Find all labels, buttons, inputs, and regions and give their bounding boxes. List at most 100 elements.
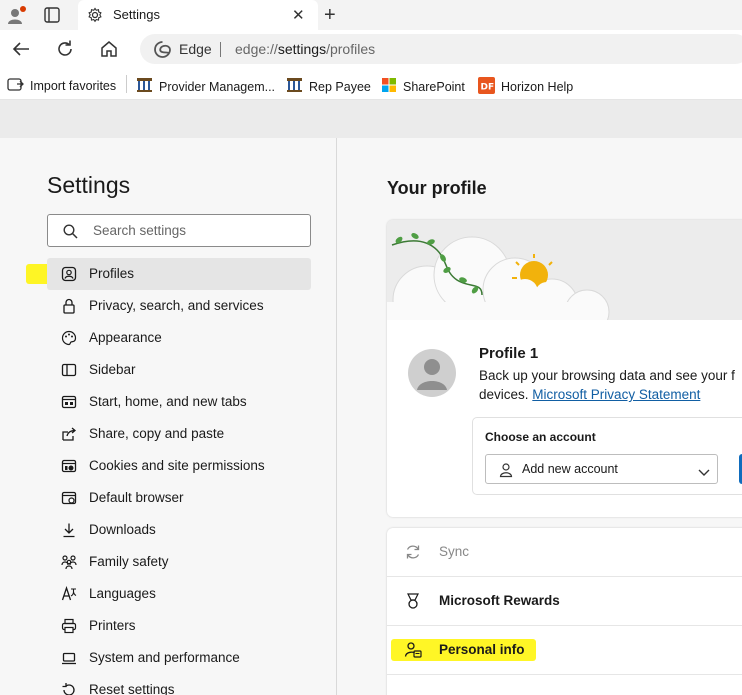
sidebar-item-label: Start, home, and new tabs	[89, 394, 247, 409]
profile-icon	[60, 265, 78, 283]
edge-logo-icon	[154, 41, 171, 61]
tab-strip: Settings ✕ +	[0, 0, 742, 30]
refresh-icon[interactable]	[55, 39, 75, 62]
banner-illustration	[387, 220, 742, 335]
sidebar-item-default-browser[interactable]: Default browser	[47, 482, 311, 514]
row-label: Sync	[439, 544, 470, 559]
header-band	[0, 100, 742, 138]
building-icon	[286, 77, 303, 96]
sidebar-item-system-performance[interactable]: System and performance	[47, 642, 311, 674]
profile-card: Profile 1 Back up your browsing data and…	[387, 220, 742, 517]
search-placeholder: Search settings	[93, 223, 187, 238]
avatar	[407, 348, 457, 401]
lock-icon	[60, 297, 78, 315]
url-scheme: edge://	[235, 41, 278, 57]
sidebar-item-reset[interactable]: Reset settings	[47, 674, 311, 695]
address-edge-label: Edge	[179, 41, 212, 57]
profile-desc-line: Back up your browsing data and see your …	[479, 368, 735, 383]
close-icon[interactable]: ✕	[292, 6, 305, 24]
sidebar-item-share-copy[interactable]: Share, copy and paste	[47, 418, 311, 450]
sidebar-item-label: Family safety	[89, 554, 169, 569]
url-path-main: settings	[277, 41, 327, 57]
search-input[interactable]: Search settings	[47, 214, 311, 247]
sidebar-item-label: Default browser	[89, 490, 184, 505]
choose-account-box: Choose an account Add new account	[472, 417, 742, 495]
account-dropdown[interactable]: Add new account	[485, 454, 718, 484]
sidebar-item-profiles[interactable]: Profiles	[47, 258, 311, 290]
favorite-import-favorites[interactable]: Import favorites	[7, 77, 116, 95]
url-text[interactable]: edge://settings/profiles	[235, 41, 375, 57]
sidebar-item-privacy[interactable]: Privacy, search, and services	[47, 290, 311, 322]
sidebar-item-downloads[interactable]: Downloads	[47, 514, 311, 546]
row-next[interactable]	[387, 675, 742, 695]
sidebar-item-label: Languages	[89, 586, 156, 601]
privacy-statement-link[interactable]: Microsoft Privacy Statement	[532, 387, 700, 402]
row-microsoft-rewards[interactable]: Microsoft Rewards	[387, 577, 742, 626]
profile-avatar-icon[interactable]	[6, 5, 26, 25]
sidebar-item-label: Privacy, search, and services	[89, 298, 264, 313]
reset-icon	[60, 681, 78, 695]
sync-icon	[404, 543, 422, 561]
favorites-bar: Import favorites Provider Managem... Rep…	[0, 68, 742, 100]
favorite-label: Rep Payee	[309, 79, 371, 94]
home-icon[interactable]	[99, 39, 119, 62]
chevron-down-icon	[698, 465, 710, 480]
new-tab-icon[interactable]: +	[324, 4, 336, 27]
sidebar-item-printers[interactable]: Printers	[47, 610, 311, 642]
sidebar-item-family-safety[interactable]: Family safety	[47, 546, 311, 578]
settings-title: Settings	[47, 172, 131, 198]
row-sync[interactable]: Sync	[387, 528, 742, 577]
toolbar: Edge edge://settings/profiles	[0, 30, 742, 68]
gear-icon	[87, 7, 103, 23]
add-account-text: Add new account	[522, 462, 618, 476]
sidebar-item-label: Printers	[89, 618, 136, 633]
back-icon[interactable]	[11, 39, 31, 62]
import-icon	[7, 77, 24, 95]
tab-settings[interactable]: Settings ✕	[78, 0, 318, 30]
sidebar-item-languages[interactable]: Languages	[47, 578, 311, 610]
favorite-label: Provider Managem...	[159, 79, 276, 94]
sidebar-item-label: Share, copy and paste	[89, 426, 225, 441]
sidebar-item-appearance[interactable]: Appearance	[47, 322, 311, 354]
row-personal-info[interactable]: Personal info	[387, 626, 742, 675]
vertical-tabs-icon[interactable]	[44, 7, 60, 23]
sidebar-item-label: System and performance	[89, 650, 240, 665]
laptop-icon	[60, 649, 78, 667]
palette-icon	[60, 329, 78, 347]
personal-info-icon	[404, 641, 422, 659]
favorite-label: Horizon Help	[501, 80, 574, 94]
svg-text:DF: DF	[481, 83, 495, 93]
sidebar-item-start-home[interactable]: Start, home, and new tabs	[47, 386, 311, 418]
profile-settings-list: Sync Microsoft Rewards Personal info	[387, 528, 742, 695]
profile-description: Back up your browsing data and see your …	[479, 366, 742, 404]
building-icon	[136, 77, 153, 96]
settings-sidebar: Settings Search settings Profiles Privac…	[0, 138, 337, 695]
address-divider	[220, 42, 221, 57]
favorite-rep-payee[interactable]: Rep Payee	[286, 77, 371, 96]
rewards-icon	[404, 592, 422, 610]
sidebar-icon	[60, 361, 78, 379]
url-path-rest: /profiles	[326, 41, 376, 57]
favorite-provider-management[interactable]: Provider Managem...	[136, 77, 275, 96]
tab-title: Settings	[113, 7, 160, 22]
sidebar-item-label: Cookies and site permissions	[89, 458, 265, 473]
favorite-label: Import favorites	[30, 79, 117, 93]
share-icon	[60, 425, 78, 443]
row-label: Personal info	[439, 642, 525, 657]
favorite-sharepoint[interactable]: SharePoint	[381, 77, 465, 96]
cookies-icon	[60, 457, 78, 475]
profile-desc-prefix: devices.	[479, 387, 529, 402]
profile-name: Profile 1	[479, 345, 539, 362]
sidebar-item-sidebar[interactable]: Sidebar	[47, 354, 311, 386]
sidebar-item-cookies[interactable]: Cookies and site permissions	[47, 450, 311, 482]
sidebar-item-label: Downloads	[89, 522, 156, 537]
main-content: Your profile Profile 1 Back up your brow…	[338, 138, 742, 695]
family-icon	[60, 553, 78, 571]
address-bar[interactable]: Edge edge://settings/profiles	[140, 34, 742, 64]
favorite-horizon-help[interactable]: DF Horizon Help	[478, 77, 573, 97]
search-icon	[63, 224, 78, 242]
row-label: Microsoft Rewards	[439, 593, 560, 608]
browser-icon	[60, 489, 78, 507]
df-icon: DF	[478, 77, 495, 97]
home-tabs-icon	[60, 393, 78, 411]
